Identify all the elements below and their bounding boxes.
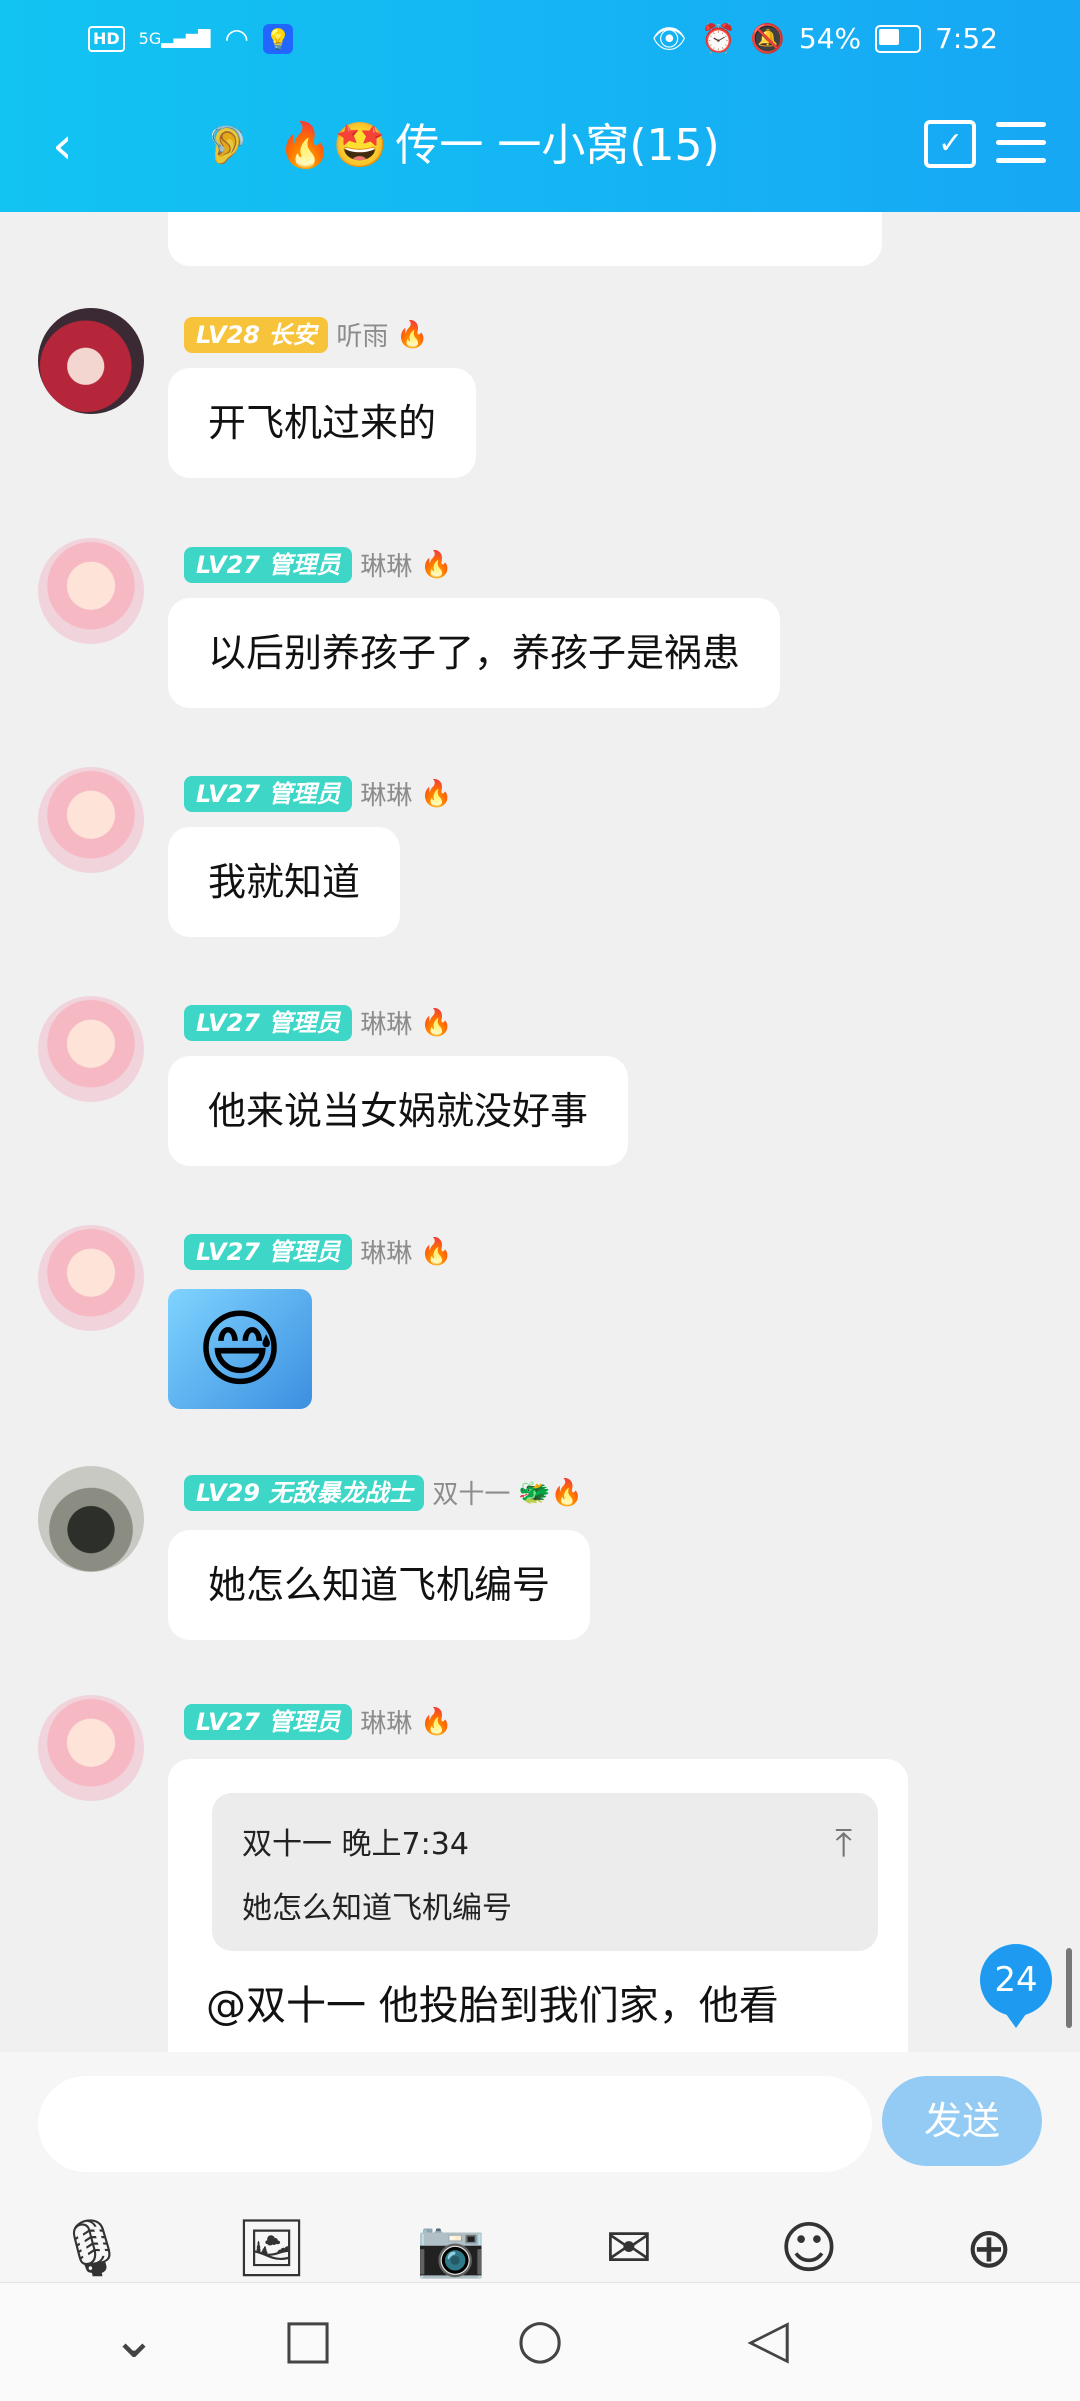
sender-name[interactable]: 琳琳 <box>360 546 412 583</box>
plus-icon[interactable]: ⊕ <box>956 2216 1022 2282</box>
unread-count-badge[interactable]: 24 <box>980 1944 1052 2028</box>
quoted-message[interactable]: 双十一 晚上7:34 她怎么知道飞机编号 ⤒ <box>212 1793 878 1951</box>
message-bubble[interactable]: 以后别养孩子了，养孩子是祸患 <box>168 598 781 708</box>
avatar[interactable] <box>38 1225 144 1331</box>
level-badge: LV27 管理员 <box>184 1233 353 1270</box>
menu-line <box>996 122 1046 127</box>
chevron-left-icon: ‹ <box>52 116 73 176</box>
system-nav-bar: ⌄ □ ○ ◁ <box>0 2282 1080 2401</box>
recents-icon[interactable]: □ <box>278 2309 338 2369</box>
flame-icon: 🔥 <box>396 319 429 350</box>
title-bar: ‹ 🦻 🔥🤩 传一 一小窝(15) <box>0 112 1080 182</box>
collapse-icon[interactable]: ⌄ <box>104 2309 164 2369</box>
sender-meta: LV27 管理员 琳琳 🔥 <box>184 546 453 583</box>
sender-meta: LV27 管理员 琳琳 🔥 <box>184 1233 453 1270</box>
hd-indicator: HD <box>88 25 125 52</box>
flame-icon: 🔥 <box>420 549 453 580</box>
sticker-image[interactable]: 😅 <box>168 1289 312 1409</box>
message-list[interactable]: LV28 长安 听雨 🔥 开飞机过来的 LV27 管理员 琳琳 🔥 以后别养孩子… <box>0 212 1080 2052</box>
reply-message-bubble[interactable]: 双十一 晚上7:34 她怎么知道飞机编号 ⤒ @双十一 他投胎到我们家，他看 <box>168 1759 908 2052</box>
sender-meta: LV27 管理员 琳琳 🔥 <box>184 775 453 812</box>
ear-icon: 🦻 <box>205 125 250 166</box>
flame-icon: 🔥 <box>420 1706 453 1737</box>
menu-line <box>996 140 1046 145</box>
wifi-icon: ◠ <box>224 22 249 55</box>
sender-name[interactable]: 琳琳 <box>360 1004 412 1041</box>
avatar[interactable] <box>38 1466 144 1572</box>
red-packet-icon[interactable]: ✉ <box>596 2216 662 2282</box>
sender-name[interactable]: 琳琳 <box>360 1233 412 1270</box>
signal-icon: 5G▂▄▆█ <box>138 29 211 48</box>
level-badge: LV29 无敌暴龙战士 <box>184 1474 425 1511</box>
flame-icon: 🔥 <box>420 778 453 809</box>
dragon-flame-icon: 🐲🔥 <box>518 1477 584 1508</box>
calendar-check-button[interactable] <box>924 120 976 168</box>
sender-name[interactable]: 双十一 <box>432 1474 510 1511</box>
flame-icon: 🔥 <box>420 1007 453 1038</box>
chat-header: HD 5G▂▄▆█ ◠ 💡 👁 ⏰ 🔕 54% 7:52 ‹ 🦻 🔥🤩 传一 一… <box>0 0 1080 212</box>
chat-title[interactable]: 🦻 🔥🤩 传一 一小窝(15) <box>205 116 720 176</box>
mute-bell-icon: 🔕 <box>750 22 785 55</box>
message-bubble[interactable]: 我就知道 <box>168 827 401 937</box>
message-bubble[interactable]: 开飞机过来的 <box>168 368 477 478</box>
sender-meta: LV29 无敌暴龙战士 双十一 🐲🔥 <box>184 1474 583 1511</box>
back-button[interactable]: ‹ <box>52 118 92 174</box>
camera-icon[interactable]: 📷 <box>416 2216 486 2282</box>
message-bubble[interactable]: 他来说当女娲就没好事 <box>168 1056 629 1166</box>
sender-name[interactable]: 琳琳 <box>360 1703 412 1740</box>
clock: 7:52 <box>935 22 998 55</box>
battery-icon <box>875 24 922 53</box>
sender-meta: LV28 长安 听雨 🔥 <box>184 316 429 353</box>
level-badge: LV27 管理员 <box>184 775 353 812</box>
menu-button[interactable] <box>996 122 1046 176</box>
alarm-icon: ⏰ <box>701 22 736 55</box>
reply-text: @双十一 他投胎到我们家，他看 <box>206 1983 779 2029</box>
image-icon[interactable]: 🖼 <box>236 2216 307 2282</box>
message-input[interactable] <box>38 2076 872 2172</box>
previous-message-bubble[interactable] <box>168 212 882 266</box>
level-badge: LV27 管理员 <box>184 1004 353 1041</box>
avatar[interactable] <box>38 308 144 414</box>
toolbar: 🎙 🖼 📷 ✉ ☺ ⊕ <box>0 2216 1080 2282</box>
quote-header: 双十一 晚上7:34 <box>242 1827 469 1862</box>
scrollbar[interactable] <box>1066 1948 1072 2028</box>
quote-text: 她怎么知道飞机编号 <box>242 1891 512 1926</box>
status-bar: HD 5G▂▄▆█ ◠ 💡 👁 ⏰ 🔕 54% 7:52 <box>0 18 1080 62</box>
flame-icon: 🔥 <box>420 1236 453 1267</box>
sender-name[interactable]: 琳琳 <box>360 775 412 812</box>
group-name: 传一 一小窝(15) <box>395 120 720 171</box>
home-icon[interactable]: ○ <box>510 2309 570 2369</box>
battery-percent: 54% <box>798 22 862 55</box>
menu-line <box>996 158 1046 163</box>
send-button[interactable]: 发送 <box>882 2076 1042 2166</box>
title-emojis: 🔥🤩 <box>277 120 388 171</box>
sender-meta: LV27 管理员 琳琳 🔥 <box>184 1703 453 1740</box>
avatar[interactable] <box>38 767 144 873</box>
bulb-icon: 💡 <box>262 23 293 54</box>
avatar[interactable] <box>38 996 144 1102</box>
avatar[interactable] <box>38 538 144 644</box>
level-badge: LV28 长安 <box>184 316 329 353</box>
emoji-icon[interactable]: ☺ <box>776 2216 842 2282</box>
message-bubble[interactable]: 她怎么知道飞机编号 <box>168 1530 591 1640</box>
level-badge: LV27 管理员 <box>184 546 353 583</box>
input-bar: 发送 🎙 🖼 📷 ✉ ☺ ⊕ <box>0 2052 1080 2282</box>
sender-name[interactable]: 听雨 <box>336 316 388 353</box>
eye-icon: 👁 <box>651 22 688 55</box>
sender-meta: LV27 管理员 琳琳 🔥 <box>184 1004 453 1041</box>
microphone-icon[interactable]: 🎙 <box>56 2216 127 2282</box>
back-triangle-icon[interactable]: ◁ <box>738 2309 798 2369</box>
level-badge: LV27 管理员 <box>184 1703 353 1740</box>
pin-top-icon[interactable]: ⤒ <box>835 1821 852 1866</box>
avatar[interactable] <box>38 1695 144 1801</box>
